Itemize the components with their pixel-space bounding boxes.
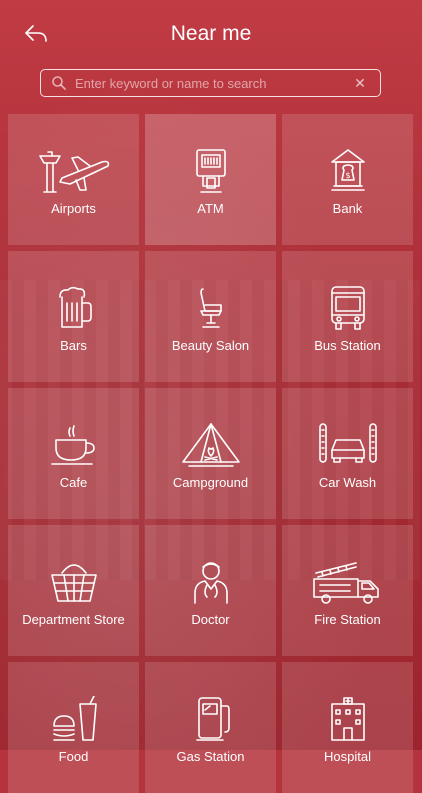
category-cafe[interactable]: Cafe bbox=[8, 388, 139, 519]
category-label: Cafe bbox=[59, 475, 88, 490]
category-label: Campground bbox=[172, 475, 249, 490]
category-atm[interactable]: ATM bbox=[145, 114, 276, 245]
airport-tower-plane-icon bbox=[38, 151, 109, 193]
category-bars[interactable]: Bars bbox=[8, 251, 139, 382]
category-label: Bank bbox=[332, 201, 363, 216]
salon-chair-icon bbox=[199, 288, 222, 328]
burger-drink-icon bbox=[52, 696, 97, 741]
category-label: Gas Station bbox=[176, 749, 245, 764]
category-label: Bars bbox=[60, 338, 87, 353]
svg-text:$: $ bbox=[345, 171, 350, 180]
category-beauty-salon[interactable]: Beauty Salon bbox=[145, 251, 276, 382]
category-gas-station[interactable]: Gas Station bbox=[145, 662, 276, 793]
fire-truck-icon bbox=[312, 562, 379, 604]
atm-icon bbox=[195, 149, 226, 193]
category-airports[interactable]: Airports bbox=[8, 114, 139, 245]
category-campground[interactable]: Campground bbox=[145, 388, 276, 519]
search-icon bbox=[52, 76, 66, 90]
shopping-basket-icon bbox=[50, 564, 97, 602]
category-label: ATM bbox=[197, 201, 224, 216]
doctor-icon bbox=[193, 562, 228, 604]
category-car-wash[interactable]: Car Wash bbox=[282, 388, 413, 519]
category-label: Beauty Salon bbox=[171, 338, 250, 353]
car-wash-icon bbox=[318, 423, 377, 463]
beer-mug-icon bbox=[58, 286, 92, 328]
category-label: Bus Station bbox=[314, 338, 381, 353]
category-hospital[interactable]: Hospital bbox=[282, 662, 413, 793]
hospital-icon bbox=[330, 697, 365, 741]
category-label: Airports bbox=[51, 201, 96, 216]
search-bar: ✕ bbox=[40, 69, 381, 97]
gas-pump-icon bbox=[195, 697, 230, 741]
category-department-store[interactable]: Department Store bbox=[8, 525, 139, 656]
category-label: Car Wash bbox=[318, 475, 377, 490]
bank-icon: $ bbox=[330, 149, 365, 191]
category-label: Food bbox=[58, 749, 89, 764]
search-input[interactable] bbox=[67, 70, 352, 96]
category-grid: Airports ATM $ Bank Bars Beauty Salon Bu… bbox=[8, 114, 414, 793]
category-bank[interactable]: $ Bank bbox=[282, 114, 413, 245]
category-doctor[interactable]: Doctor bbox=[145, 525, 276, 656]
top-bar: Near me bbox=[0, 0, 422, 62]
category-bus-station[interactable]: Bus Station bbox=[282, 251, 413, 382]
tent-campfire-icon bbox=[181, 423, 240, 467]
category-label: Doctor bbox=[191, 612, 230, 627]
bus-icon bbox=[330, 286, 365, 330]
category-label: Fire Station bbox=[314, 612, 381, 627]
page-title: Near me bbox=[170, 22, 252, 45]
category-label: Department Store bbox=[22, 612, 125, 627]
coffee-cup-icon bbox=[50, 425, 95, 465]
category-food[interactable]: Food bbox=[8, 662, 139, 793]
category-fire-station[interactable]: Fire Station bbox=[282, 525, 413, 656]
clear-icon[interactable]: ✕ bbox=[352, 75, 368, 91]
category-label: Hospital bbox=[324, 749, 371, 764]
